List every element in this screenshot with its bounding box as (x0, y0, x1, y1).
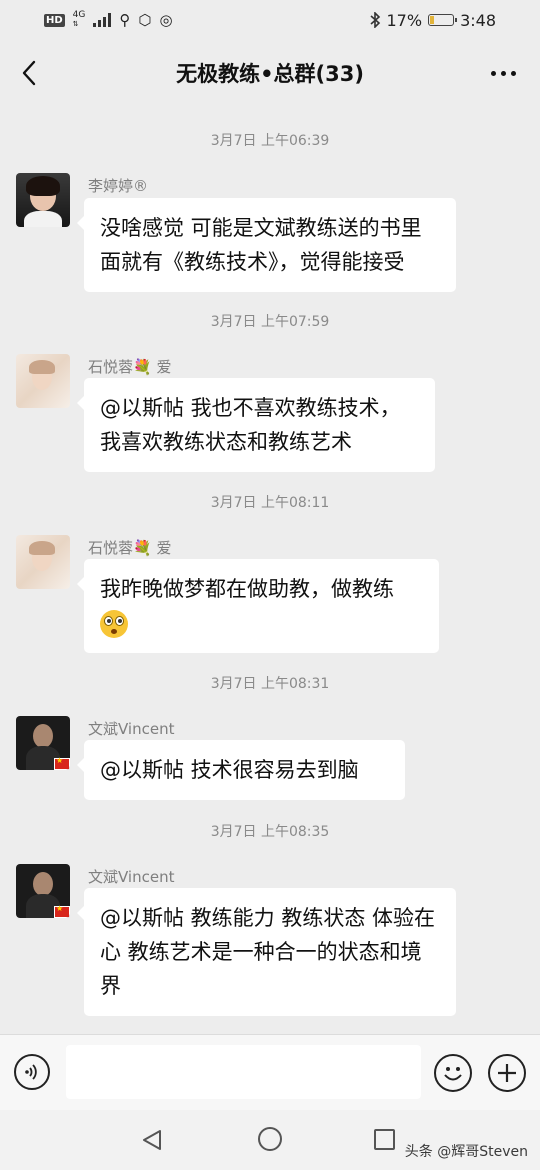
voice-icon (25, 1064, 37, 1080)
battery-percent: 17% (386, 10, 423, 30)
message-timestamp: 3月7日 上午08:31 (210, 676, 330, 692)
camera-status-icon: ◎ (159, 11, 173, 29)
sender-name: 文斌Vincent (88, 720, 175, 738)
chat-title: 无极教练•总群(33) (176, 62, 364, 86)
bluetooth-icon (369, 12, 380, 28)
message-timestamp: 3月7日 上午06:39 (210, 133, 330, 149)
message-list[interactable]: 3月7日 上午06:39 李婷婷® 没啥感觉 可能是文斌教练送的书里面就有《教练… (0, 106, 540, 1034)
message-bubble[interactable]: 我昨晚做梦都在做助教，做教练 (77, 559, 439, 653)
avatar[interactable] (16, 864, 70, 918)
system-nav-bar: 头条 @辉哥Steven (0, 1110, 540, 1170)
sender-name: 石悦蓉💐 爱 (88, 358, 172, 376)
message-bubble[interactable]: @以斯帖 技术很容易去到脑 (77, 740, 405, 800)
flushed-face-emoji (100, 610, 128, 638)
sender-name: 文斌Vincent (88, 868, 175, 886)
battery-fill (430, 16, 435, 24)
signal-icon (93, 13, 112, 27)
avatar[interactable] (16, 354, 70, 408)
message-text: @以斯帖 技术很容易去到脑 (100, 758, 359, 782)
plus-icon (498, 1064, 516, 1082)
more-options-button[interactable] (486, 60, 520, 86)
input-bar (0, 1034, 540, 1111)
avatar[interactable] (16, 173, 70, 227)
china-flag-icon (54, 756, 70, 770)
message-bubble[interactable]: 没啥感觉 可能是文斌教练送的书里面就有《教练技术》，觉得能接受 (77, 198, 456, 292)
search-status-icon: ⚲ (119, 11, 131, 29)
sender-name: 李婷婷® (88, 177, 149, 195)
avatar[interactable] (16, 535, 70, 589)
sender-name: 石悦蓉💐 爱 (88, 539, 172, 557)
avatar[interactable] (16, 716, 70, 770)
battery-icon (428, 14, 458, 26)
message-input[interactable] (66, 1045, 421, 1099)
status-left: HD 4G ⇅ ⚲ ⬡ ◎ (0, 11, 173, 29)
nav-back-icon[interactable] (140, 1128, 164, 1152)
network-type: 4G ⇅ (72, 10, 86, 29)
back-button[interactable] (14, 56, 44, 90)
message-timestamp: 3月7日 上午08:11 (210, 495, 330, 511)
nav-home-icon[interactable] (258, 1127, 282, 1151)
clock: 3:48 (460, 10, 496, 30)
watermark: 头条 @辉哥Steven (404, 1144, 528, 1160)
nav-recent-apps-icon[interactable] (374, 1129, 395, 1150)
status-bar: HD 4G ⇅ ⚲ ⬡ ◎ 17% 3:48 (0, 0, 540, 40)
message-bubble[interactable]: @以斯帖 教练能力 教练状态 体验在心 教练艺术是一种合一的状态和境界 (77, 888, 456, 1016)
settings-status-icon: ⬡ (138, 11, 152, 29)
title-bar: 无极教练•总群(33) (0, 40, 540, 106)
message-timestamp: 3月7日 上午07:59 (210, 314, 330, 330)
emoji-button[interactable] (434, 1054, 472, 1092)
message-timestamp: 3月7日 上午08:35 (210, 824, 330, 840)
china-flag-icon (54, 904, 70, 918)
message-text: 没啥感觉 可能是文斌教练送的书里面就有《教练技术》，觉得能接受 (100, 216, 422, 274)
more-dot-icon (510, 70, 516, 76)
hd-indicator: HD (44, 13, 65, 27)
message-bubble[interactable]: @以斯帖 我也不喜欢教练技术，我喜欢教练状态和教练艺术 (77, 378, 435, 472)
message-text: 我昨晚做梦都在做助教，做教练 (100, 577, 394, 601)
status-right: 17% 3:48 (369, 11, 540, 30)
voice-input-button[interactable] (14, 1054, 50, 1090)
message-text: @以斯帖 教练能力 教练状态 体验在心 教练艺术是一种合一的状态和境界 (100, 906, 436, 998)
chevron-left-icon (22, 60, 36, 86)
smiley-icon (444, 1067, 462, 1081)
more-dot-icon (490, 70, 496, 76)
more-dot-icon (500, 70, 506, 76)
more-functions-button[interactable] (488, 1054, 526, 1092)
message-text: @以斯帖 我也不喜欢教练技术，我喜欢教练状态和教练艺术 (100, 396, 401, 454)
